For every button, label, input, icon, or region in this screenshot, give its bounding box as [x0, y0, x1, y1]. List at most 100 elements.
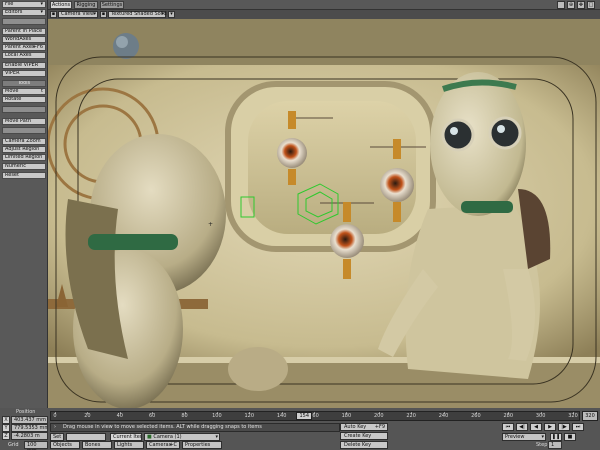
toolbar-label: Camera Zoom: [5, 138, 41, 144]
z-axis-toggle[interactable]: Z: [2, 432, 10, 440]
toolbar-label: Local Axes: [5, 52, 32, 58]
z-position-field[interactable]: -4.2803 m: [11, 432, 48, 440]
toolbar-viper-button[interactable]: VIPER: [2, 70, 46, 77]
shading-mode-select[interactable]: Textured Shaded Solid: [108, 11, 167, 18]
timeline-tick-label: 280: [503, 413, 514, 419]
toolbar-adjust-region-button[interactable]: Adjust Region: [2, 146, 46, 153]
current-item-value: Camera (1): [153, 434, 182, 440]
cameras-button[interactable]: Cameras +C: [146, 441, 180, 449]
toolbar-parent-axes-button[interactable]: Parent Axes +F6: [2, 44, 46, 51]
toolbar-label: Parent Axes: [5, 44, 35, 50]
timeline-tick-label: 240: [438, 413, 449, 419]
toolbar-label: WorldAxes: [5, 36, 32, 42]
grid-label: Grid: [8, 442, 19, 448]
x-axis-toggle[interactable]: X: [2, 416, 10, 424]
viewport-lock-icon[interactable]: ▪: [100, 11, 107, 18]
timeline-tick-label: 320: [568, 413, 578, 419]
toolbar-shortcut: +F6: [32, 44, 43, 50]
skip-start-icon[interactable]: ⏮: [502, 423, 514, 431]
properties-button[interactable]: Properties: [182, 441, 222, 449]
timeline-tick-label: 180: [341, 413, 352, 419]
pan-icon[interactable]: ✥: [577, 1, 585, 9]
skip-end-icon[interactable]: ⏭: [572, 423, 584, 431]
tab-bar: Actions Rigging Settings ⊕ ✥ □: [48, 0, 600, 10]
timeline-tick-label: 140: [276, 413, 287, 419]
scene-render: +: [48, 19, 600, 408]
pause-icon[interactable]: ❚❚: [550, 433, 562, 441]
toolbar-reset-button[interactable]: Reset: [2, 172, 46, 179]
create-key-button[interactable]: Create Key: [340, 432, 388, 440]
toolbar-label: Limited Region: [5, 154, 43, 160]
objects-button[interactable]: Objects: [50, 441, 80, 449]
cursor-crosshair-icon: +: [208, 221, 213, 228]
toolbar-move-path-button[interactable]: Move Path: [2, 118, 46, 125]
toolbar-file-menu[interactable]: File: [2, 1, 46, 8]
timeline-tick-label: 40: [116, 413, 123, 419]
position-x-row: X 403.437 mm: [2, 416, 48, 424]
timeline-tick-label: 260: [471, 413, 481, 419]
zoom-icon[interactable]: ⊕: [567, 1, 575, 9]
toolbar-label: Adjust Region: [5, 146, 40, 152]
timeline-slider[interactable]: 0 20 40 60 80 100 120 140 160 180 200 220 240 260 280 3…: [50, 411, 580, 421]
maximize-icon[interactable]: □: [587, 1, 595, 9]
y-axis-toggle[interactable]: Y: [2, 424, 10, 432]
auto-key-button[interactable]: Auto Key +F9: [340, 423, 388, 431]
toolbar-label: Move: [5, 88, 19, 94]
grid-size-field[interactable]: 100 mm: [24, 441, 48, 450]
end-frame-field[interactable]: 320: [582, 411, 598, 421]
play-icon[interactable]: ▶: [544, 423, 556, 431]
set-value-field[interactable]: [66, 433, 106, 441]
toolbar-spacer: [2, 127, 46, 134]
toolbar-label: Enable VIPER: [5, 62, 39, 68]
grip-icon[interactable]: [557, 1, 565, 9]
cameras-shortcut: +C: [169, 442, 177, 448]
toolbar-label: File: [5, 1, 14, 7]
toolbar-label: VIPER: [5, 70, 20, 76]
toolbar-limited-region-button[interactable]: Limited Region: [2, 154, 46, 161]
left-toolbar: File Editors Parent in Place WorldAxes Paren…: [0, 0, 48, 408]
lights-button[interactable]: Lights: [114, 441, 144, 449]
status-message: › Drag mouse in view to move selected it…: [50, 423, 340, 432]
toolbar-shortcut: t: [41, 88, 43, 94]
toolbar-local-axes-button[interactable]: Local Axes: [2, 52, 46, 59]
tab-rigging[interactable]: Rigging: [74, 1, 98, 9]
x-position-field[interactable]: 403.437 mm: [11, 416, 48, 424]
set-button[interactable]: Set: [50, 433, 64, 441]
cameras-label: Cameras: [149, 442, 172, 448]
viewport-menu-icon[interactable]: ▪: [50, 11, 57, 18]
toolbar-camera-zoom-button[interactable]: Camera Zoom: [2, 138, 46, 145]
toolbar-enable-viper-button[interactable]: Enable VIPER: [2, 62, 46, 69]
toolbar-move-button[interactable]: Move t: [2, 88, 46, 95]
play-reverse-icon[interactable]: ◀: [530, 423, 542, 431]
window-controls: ⊕ ✥ □: [557, 1, 597, 9]
timeline-tick-label: 0: [53, 413, 57, 419]
auto-key-shortcut: +F9: [374, 424, 385, 430]
step-back-icon[interactable]: ◀|: [516, 423, 528, 431]
delete-key-button[interactable]: Delete Key: [340, 441, 388, 449]
current-item-select[interactable]: ■ Camera (1): [144, 433, 220, 441]
toolbar-label: Rotate: [5, 96, 22, 102]
step-forward-icon[interactable]: |▶: [558, 423, 570, 431]
camera-viewport[interactable]: +: [48, 19, 600, 408]
stop-icon[interactable]: ■: [564, 433, 576, 441]
tab-actions[interactable]: Actions: [50, 1, 72, 9]
y-position-field[interactable]: 779.5353 mm: [11, 424, 48, 432]
auto-key-label: Auto Key: [344, 424, 367, 430]
preview-select[interactable]: Preview: [502, 433, 546, 441]
viewport-options-icon[interactable]: ▾: [168, 11, 175, 18]
toolbar-rotate-button[interactable]: Rotate: [2, 96, 46, 103]
toolbar-parent-in-place-button[interactable]: Parent in Place: [2, 28, 46, 35]
info-icon: ›: [54, 424, 56, 430]
view-type-select[interactable]: Camera View: [58, 11, 98, 18]
timeline-tick-label: 100: [212, 413, 222, 419]
timeline-tick-label: 60: [148, 413, 156, 419]
toolbar-editors-menu[interactable]: Editors: [2, 9, 46, 16]
status-message-text: Drag mouse in view to move selected item…: [63, 424, 262, 430]
step-field[interactable]: 1: [548, 441, 562, 449]
toolbar-numeric-button[interactable]: Numeric: [2, 163, 46, 170]
toolbar-worldaxes-button[interactable]: WorldAxes: [2, 36, 46, 43]
bottom-panel: Position X 403.437 mm Y 779.5353 mm Z -4…: [0, 408, 600, 450]
bones-button[interactable]: Bones: [82, 441, 112, 449]
timeline-current-frame[interactable]: 154: [296, 412, 313, 420]
tab-settings[interactable]: Settings: [100, 1, 124, 9]
